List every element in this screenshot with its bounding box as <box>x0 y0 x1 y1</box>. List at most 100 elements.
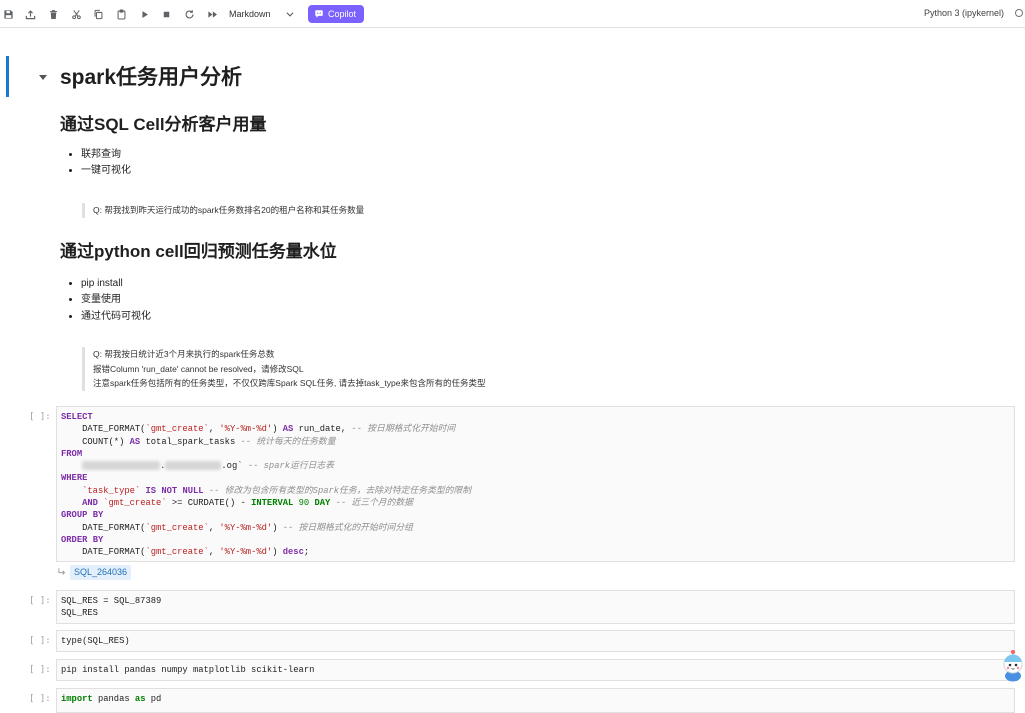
sql-result-chip[interactable]: SQL_264036 <box>70 565 132 580</box>
kernel-name[interactable]: Python 3 (ipykernel) <box>924 8 1004 18</box>
cell-prompt: [ ]: <box>29 665 51 675</box>
code-line: type(SQL_RES) <box>61 636 130 646</box>
restart-icon[interactable] <box>183 7 197 21</box>
code-token: -- spark运行日志表 <box>247 461 335 472</box>
bullet-item: 联邦查询 <box>81 147 131 163</box>
code-line: AND `gmt_create` >= CURDATE() - INTERVAL… <box>82 498 413 509</box>
sql-code-cell: [ ]: SELECT DATE_FORMAT(`gmt_create`, '%… <box>0 406 1025 562</box>
code-line: DATE_FORMAT(`gmt_create`, '%Y-%m-%d') de… <box>61 547 310 558</box>
code-token: INTERVAL <box>251 498 294 509</box>
code-token: '%Y-%m-%d' <box>219 547 273 558</box>
code-line: SQL_RES <box>61 608 98 619</box>
code-line: SELECT <box>61 411 1009 423</box>
run-icon[interactable] <box>137 7 151 21</box>
code-editor[interactable]: pip install pandas numpy matplotlib scik… <box>56 659 1015 681</box>
stop-icon[interactable] <box>160 7 174 21</box>
code-line: SQL_RES = SQL_87389 <box>61 596 162 606</box>
code-editor[interactable]: import pandas as pd <box>56 688 1015 713</box>
code-token: AS <box>282 424 294 435</box>
code-token: `gmt_create` <box>145 424 209 435</box>
cell-output: SQL_264036 <box>0 565 200 580</box>
cell-prompt: [ ]: <box>29 636 51 646</box>
code-token: -- 按日期格式化开始时间 <box>351 424 456 435</box>
code-editor[interactable]: SQL_RES = SQL_87389 SQL_RES <box>56 590 1015 624</box>
code-token: NOT <box>161 485 178 496</box>
quote-line: Q: 帮我按日统计近3个月来执行的spark任务总数 <box>93 349 275 359</box>
code-token: -- 修改为包含所有类型的Spark任务，去除对特定任务类型的限制 <box>208 485 472 496</box>
code-token: as <box>134 694 146 704</box>
code-token: -- 统计每天的任务数量 <box>240 436 336 447</box>
code-cell: [ ]: SQL_RES = SQL_87389 SQL_RES <box>0 590 1025 624</box>
bullet-item: pip install <box>81 276 151 292</box>
code-token: WHERE <box>61 473 88 484</box>
code-token: `gmt_create` <box>145 522 209 533</box>
code-token: IS <box>145 485 157 496</box>
cell-type-dropdown[interactable]: Markdown <box>229 6 299 22</box>
copilot-button[interactable]: Copilot <box>308 5 364 23</box>
notebook-toolbar: Markdown Copilot Python 3 (ipykernel) <box>0 0 1025 28</box>
code-token: AND <box>82 498 98 509</box>
blockquote: Q: 帮我按日统计近3个月来执行的spark任务总数 报错Column 'run… <box>82 347 485 391</box>
section-heading: 通过python cell回归预测任务量水位 <box>60 242 337 261</box>
cell-prompt: [ ]: <box>29 596 51 606</box>
copilot-icon <box>314 9 324 19</box>
bullet-list: 联邦查询 一键可视化 <box>60 147 131 180</box>
assistant-avatar-icon[interactable] <box>1002 648 1024 682</box>
code-token: FROM <box>61 448 83 459</box>
code-token: DAY <box>314 498 331 509</box>
section-heading: 通过SQL Cell分析客户用量 <box>60 115 267 134</box>
code-token: -- 按日期格式化的开始时间分组 <box>282 522 413 533</box>
code-token: -- 近三个月的数据 <box>335 498 413 509</box>
paste-icon[interactable] <box>114 7 128 21</box>
notebook-title: spark任务用户分析 <box>60 66 243 89</box>
bullet-list: pip install 变量使用 通过代码可视化 <box>60 276 151 325</box>
code-token: desc <box>282 547 304 558</box>
quote-line: 注意spark任务包括所有的任务类型，不仅仅跨库Spark SQL任务, 请去掉… <box>93 378 486 388</box>
copy-icon[interactable] <box>92 7 106 21</box>
blockquote: Q: 帮我找到昨天运行成功的spark任务数排名20的租户名称和其任务数量 <box>82 203 364 218</box>
chevron-down-icon <box>285 9 295 19</box>
run-all-icon[interactable] <box>205 7 219 21</box>
code-token: 90 <box>298 498 310 509</box>
code-token: `gmt_create` <box>145 547 209 558</box>
code-line: `task_type` IS NOT NULL -- 修改为包含所有类型的Spa… <box>61 485 1009 497</box>
code-token: import <box>61 694 93 704</box>
collapse-caret-icon[interactable] <box>39 75 47 80</box>
code-token: SELECT <box>61 412 93 422</box>
code-editor[interactable]: type(SQL_RES) <box>56 630 1015 652</box>
redacted-text <box>165 461 222 471</box>
cell-type-label: Markdown <box>229 9 271 19</box>
code-cell: [ ]: import pandas as pd <box>0 688 1025 713</box>
code-line: pip install pandas numpy matplotlib scik… <box>61 665 315 675</box>
code-line: import pandas as pd <box>61 694 162 704</box>
bullet-item: 变量使用 <box>81 292 151 308</box>
active-cell-indicator <box>6 56 9 97</box>
code-token: GROUP <box>61 510 88 521</box>
code-token: BY <box>92 534 104 545</box>
bullet-item: 一键可视化 <box>81 163 131 179</box>
code-token: ORDER <box>61 534 88 545</box>
code-line: GROUP BY <box>61 509 1009 521</box>
quote-line: 报错Column 'run_date' cannot be resolved，请… <box>93 363 304 374</box>
cell-prompt: [ ]: <box>29 412 51 422</box>
upload-icon[interactable] <box>24 7 38 21</box>
code-cell: [ ]: pip install pandas numpy matplotlib… <box>0 659 1025 681</box>
code-line: . .og` -- spark运行日志表 <box>61 460 1009 472</box>
code-editor[interactable]: SELECT DATE_FORMAT(`gmt_create`, '%Y-%m-… <box>56 406 1015 562</box>
code-line: WHERE <box>61 472 1009 484</box>
toolbar-icon-group <box>1 7 219 21</box>
code-line: DATE_FORMAT(`gmt_create`, '%Y-%m-%d') --… <box>61 522 413 533</box>
save-icon[interactable] <box>1 7 15 21</box>
code-cell: [ ]: type(SQL_RES) <box>0 630 1025 652</box>
code-token: BY <box>92 510 104 521</box>
output-arrow-icon <box>57 567 67 577</box>
code-token: '%Y-%m-%d' <box>219 424 273 435</box>
code-token: `gmt_create` <box>103 498 167 509</box>
cut-icon[interactable] <box>69 7 83 21</box>
code-token: '%Y-%m-%d' <box>219 522 273 533</box>
code-line: ORDER BY <box>61 534 1009 546</box>
quote-line: Q: 帮我找到昨天运行成功的spark任务数排名20的租户名称和其任务数量 <box>93 205 365 215</box>
code-token: AS <box>129 436 141 447</box>
delete-icon[interactable] <box>46 7 60 21</box>
code-line: DATE_FORMAT(`gmt_create`, '%Y-%m-%d') AS… <box>61 424 456 435</box>
